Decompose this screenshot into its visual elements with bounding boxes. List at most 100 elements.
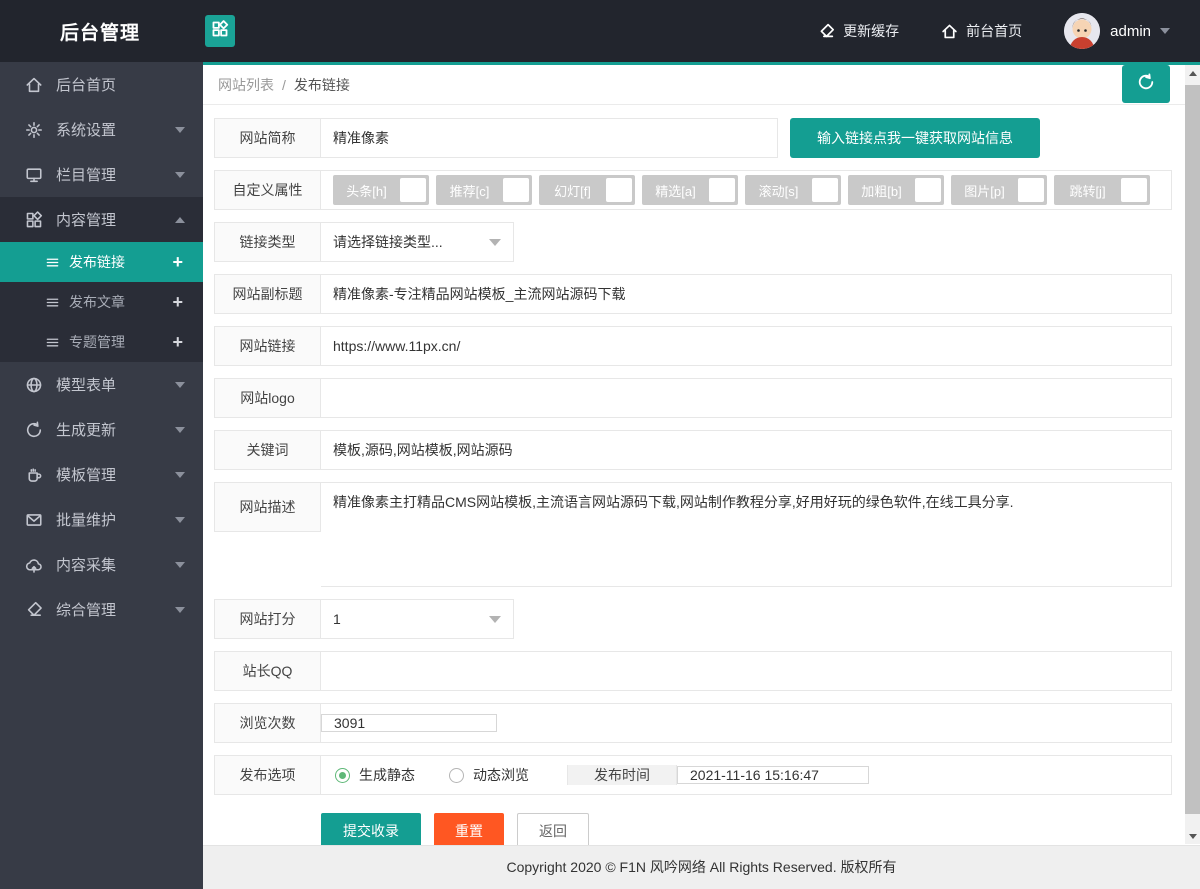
checkbox[interactable] [915, 178, 941, 202]
sidebar-item-content-collection[interactable]: 内容采集 [0, 542, 203, 587]
attr-chip-image[interactable]: 图片[p] [951, 175, 1047, 205]
sidebar-item-label: 系统设置 [56, 122, 117, 139]
checkbox[interactable] [503, 178, 529, 202]
sidebar-item-column-management[interactable]: 栏目管理 [0, 152, 203, 197]
chevron-down-icon [175, 471, 185, 478]
site-logo-field-wrap [321, 378, 1172, 418]
fetch-site-info-button[interactable]: 输入链接点我一键获取网站信息 [790, 118, 1040, 158]
checkbox[interactable] [606, 178, 632, 202]
home-icon [25, 76, 43, 94]
app-grid-icon [25, 210, 43, 229]
plus-icon[interactable]: + [172, 253, 183, 271]
attr-chip-slide[interactable]: 幻灯[f] [539, 175, 635, 205]
user-menu-caret-icon[interactable] [1160, 28, 1170, 34]
avatar[interactable] [1064, 13, 1101, 49]
site-logo-label: 网站logo [214, 378, 321, 418]
chevron-down-icon [175, 171, 185, 178]
sidebar-subitem-label: 专题管理 [69, 334, 125, 350]
score-value: 1 [333, 611, 341, 627]
submit-button[interactable]: 提交收录 [321, 813, 421, 849]
sidebar-item-system-settings[interactable]: 系统设置 [0, 107, 203, 152]
scroll-up-arrow-icon[interactable] [1185, 65, 1200, 81]
sidebar-subitem-publish-link[interactable]: 发布链接 + [0, 242, 203, 282]
chevron-down-icon [489, 239, 501, 246]
checkbox[interactable] [709, 178, 735, 202]
attr-chip-headline[interactable]: 头条[h] [333, 175, 429, 205]
chevron-up-icon [175, 216, 185, 223]
eraser-icon [818, 23, 835, 40]
sidebar-item-batch-maintenance[interactable]: 批量维护 [0, 497, 203, 542]
attr-chip-featured[interactable]: 精选[a] [642, 175, 738, 205]
attr-chip-bold[interactable]: 加粗[b] [848, 175, 944, 205]
chevron-down-icon [489, 616, 501, 623]
front-home-button[interactable]: 前台首页 [941, 21, 1022, 41]
radio-dot-icon [335, 767, 350, 783]
scrollbar-thumb[interactable] [1185, 85, 1200, 814]
attr-chip-recommend[interactable]: 推荐[c] [436, 175, 532, 205]
site-name-label: 网站简称 [214, 118, 321, 158]
sidebar-item-content-management[interactable]: 内容管理 [0, 197, 203, 242]
sidebar-toggle-button[interactable] [205, 15, 235, 47]
checkbox[interactable] [1121, 178, 1147, 202]
sidebar-item-generate-update[interactable]: 生成更新 [0, 407, 203, 452]
mail-icon [25, 511, 43, 529]
scroll-down-arrow-icon[interactable] [1185, 828, 1200, 844]
checkbox[interactable] [1018, 178, 1044, 202]
score-label: 网站打分 [214, 599, 321, 639]
footer: Copyright 2020 © F1N 风吟网络 All Rights Res… [203, 845, 1200, 889]
checkbox[interactable] [812, 178, 838, 202]
score-select[interactable]: 1 [321, 599, 514, 639]
chevron-down-icon [175, 606, 185, 613]
site-url-field-wrap [321, 326, 1172, 366]
attr-chip-scroll[interactable]: 滚动[s] [745, 175, 841, 205]
qq-label: 站长QQ [214, 651, 321, 691]
sidebar-item-label: 模型表单 [56, 377, 117, 394]
breadcrumb-separator: / [282, 76, 286, 93]
views-label: 浏览次数 [214, 703, 321, 743]
publish-time-input[interactable] [690, 767, 871, 783]
attr-chip-jump[interactable]: 跳转[j] [1054, 175, 1150, 205]
publish-link-form: 网站简称 输入链接点我一键获取网站信息 自定义属性 头条[h] 推荐[c] [203, 105, 1200, 887]
reset-button[interactable]: 重置 [434, 813, 504, 849]
description-textarea[interactable]: 精准像素主打精品CMS网站模板,主流语言网站源码下载,网站制作教程分享,好用好玩… [321, 482, 1172, 587]
publish-options-row: 发布选项 生成静态 动态浏览 发布时间 [214, 755, 1172, 795]
sidebar-item-dashboard[interactable]: 后台首页 [0, 62, 203, 107]
subtitle-row: 网站副标题 [214, 274, 1172, 314]
sidebar-subitem-label: 发布链接 [69, 254, 125, 270]
link-type-select[interactable]: 请选择链接类型... [321, 222, 514, 262]
site-name-field-wrap [321, 118, 778, 158]
qq-input[interactable] [333, 652, 1159, 690]
username[interactable]: admin [1110, 23, 1151, 40]
sidebar-subitem-topic-management[interactable]: 专题管理 + [0, 322, 203, 362]
subtitle-input[interactable] [333, 275, 1159, 313]
topbar: 后台管理 更新缓存 前台首页 admin [0, 0, 1200, 62]
checkbox[interactable] [400, 178, 426, 202]
sidebar-subitem-publish-article[interactable]: 发布文章 + [0, 282, 203, 322]
breadcrumb-parent[interactable]: 网站列表 [218, 75, 274, 95]
back-button[interactable]: 返回 [517, 813, 589, 849]
sidebar-item-label: 后台首页 [56, 77, 117, 94]
site-logo-input[interactable] [333, 379, 1159, 417]
refresh-button[interactable] [1122, 65, 1170, 103]
radio-dynamic-browse[interactable]: 动态浏览 [449, 765, 529, 785]
sidebar-item-general-management[interactable]: 综合管理 [0, 587, 203, 632]
publish-options-label: 发布选项 [214, 755, 321, 795]
plus-icon[interactable]: + [172, 333, 183, 351]
site-url-input[interactable] [333, 327, 1159, 365]
description-row: 网站描述 精准像素主打精品CMS网站模板,主流语言网站源码下载,网站制作教程分享… [214, 482, 1198, 887]
site-name-input[interactable] [333, 119, 765, 157]
sidebar-item-model-forms[interactable]: 模型表单 [0, 362, 203, 407]
monitor-icon [25, 166, 43, 184]
sidebar-item-template-management[interactable]: 模板管理 [0, 452, 203, 497]
keywords-input[interactable] [333, 431, 1159, 469]
chevron-down-icon [175, 426, 185, 433]
views-input[interactable] [334, 715, 515, 731]
refresh-icon [1137, 72, 1155, 96]
radio-static-generate[interactable]: 生成静态 [335, 765, 415, 785]
update-cache-button[interactable]: 更新缓存 [818, 21, 899, 41]
home-icon [941, 23, 958, 40]
keywords-label: 关键词 [214, 430, 321, 470]
sidebar-item-label: 综合管理 [56, 602, 117, 619]
vertical-scrollbar[interactable] [1185, 65, 1200, 844]
plus-icon[interactable]: + [172, 293, 183, 311]
